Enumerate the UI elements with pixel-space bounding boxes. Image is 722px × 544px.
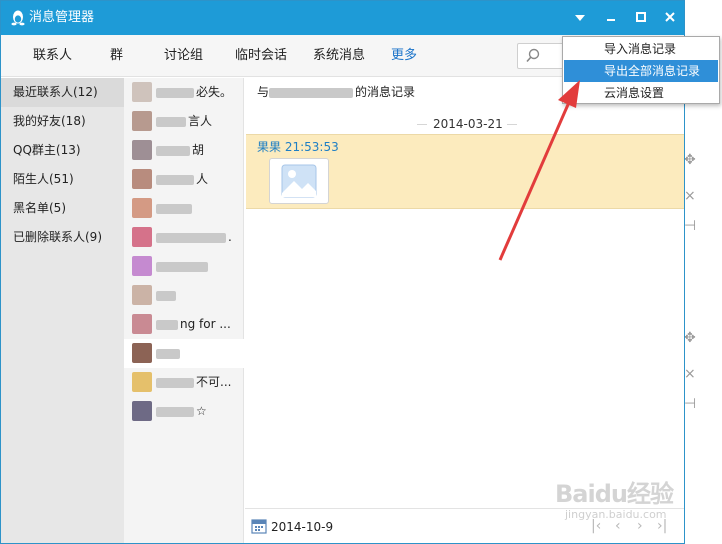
close-icon (665, 12, 675, 22)
contact-name: ng for ... (180, 317, 231, 331)
nav-groups[interactable]: 群 (110, 48, 123, 64)
triangle-down-icon (575, 15, 585, 21)
list-item[interactable] (124, 281, 244, 310)
background-fragment: ✥ (684, 152, 696, 168)
avatar (132, 169, 152, 189)
divider (417, 124, 427, 125)
message-time: 21:53:53 (284, 140, 339, 154)
header-suffix: 的消息记录 (355, 85, 416, 99)
blurred-text (156, 377, 194, 388)
avatar (132, 256, 152, 276)
message-header: 果果 21:53:53 (257, 139, 339, 155)
baidu-jingyan-watermark: Baidu经验 jingyan.baidu.com (555, 474, 685, 534)
search-icon (526, 48, 540, 63)
avatar (132, 198, 152, 218)
avatar (132, 285, 152, 305)
category-my-friends[interactable]: 我的好友(18) (1, 107, 124, 136)
message-sender: 果果 (257, 140, 282, 154)
title-bar[interactable]: 消息管理器 (1, 1, 684, 35)
date-separator: 2014-03-21 (245, 116, 684, 132)
category-strangers[interactable]: 陌生人(51) (1, 165, 124, 194)
contact-name: 胡 (192, 143, 205, 157)
avatar (132, 314, 152, 334)
contact-name: ☆ (196, 404, 207, 418)
chat-record-title: 与 的消息记录 (257, 84, 415, 100)
minimize-icon (607, 19, 615, 21)
blurred-text (156, 203, 192, 214)
blurred-text (156, 319, 178, 330)
blurred-text (156, 290, 176, 301)
list-item[interactable]: 言人 (124, 107, 244, 136)
nav-temporary-sessions[interactable]: 临时会话 (235, 48, 287, 64)
category-blacklist[interactable]: 黑名单(5) (1, 194, 124, 223)
qq-penguin-icon (11, 10, 25, 26)
contact-list: 必失。 言人 胡 人 . ng for ... 不可... ☆ (124, 78, 244, 543)
background-fragment: ⊣ (684, 396, 697, 412)
close-button[interactable] (657, 5, 683, 31)
avatar (132, 401, 152, 421)
category-qq-group-owner[interactable]: QQ群主(13) (1, 136, 124, 165)
nav-discussion-groups[interactable]: 讨论组 (164, 48, 203, 64)
contact-name: 不可... (196, 375, 232, 389)
nav-more[interactable]: 更多 (391, 48, 417, 64)
header-prefix: 与 (257, 85, 270, 99)
blurred-text (156, 116, 186, 127)
list-item[interactable] (124, 252, 244, 281)
watermark-main: Baidu经验 (555, 480, 674, 508)
category-recent-contacts[interactable]: 最近联系人(12) (1, 78, 124, 107)
list-item[interactable]: ng for ... (124, 310, 244, 339)
list-item-selected[interactable] (124, 339, 244, 368)
list-item[interactable]: 胡 (124, 136, 244, 165)
blurred-text (156, 406, 194, 417)
contact-category-list: 最近联系人(12) 我的好友(18) QQ群主(13) 陌生人(51) 黑名单(… (1, 78, 124, 543)
avatar (132, 343, 152, 363)
contact-name: 言人 (188, 114, 213, 128)
list-item[interactable]: ☆ (124, 397, 244, 426)
watermark-sub: jingyan.baidu.com (565, 508, 667, 521)
message-item[interactable]: 果果 21:53:53 (246, 134, 684, 209)
background-fragment: ✥ (684, 330, 696, 346)
image-icon (281, 164, 317, 198)
blurred-text (156, 261, 208, 272)
contact-name: 必失。 (196, 85, 233, 99)
blurred-text (156, 145, 190, 156)
menu-dropdown-button[interactable] (567, 5, 593, 31)
nav-system-messages[interactable]: 系统消息 (313, 48, 365, 64)
contact-name: . (228, 230, 232, 244)
footer-date: 2014-10-9 (271, 520, 334, 534)
minimize-button[interactable] (598, 5, 624, 31)
list-item[interactable]: 人 (124, 165, 244, 194)
menu-import-records[interactable]: 导入消息记录 (564, 38, 718, 60)
blurred-text (156, 174, 194, 185)
list-item[interactable] (124, 194, 244, 223)
image-placeholder[interactable] (269, 158, 329, 204)
contact-name: 人 (196, 172, 209, 186)
maximize-icon (636, 12, 646, 22)
window-title: 消息管理器 (29, 10, 95, 25)
blurred-text (156, 87, 194, 98)
avatar (132, 82, 152, 102)
list-item[interactable]: 不可... (124, 368, 244, 397)
list-item[interactable]: . (124, 223, 244, 252)
calendar-icon[interactable] (251, 518, 267, 534)
annotation-arrow (498, 80, 580, 261)
category-deleted-contacts[interactable]: 已删除联系人(9) (1, 223, 124, 252)
background-fragment: ⊣ (684, 218, 697, 234)
blurred-text (156, 348, 180, 359)
avatar (132, 227, 152, 247)
blurred-text (156, 232, 226, 243)
maximize-button[interactable] (628, 5, 654, 31)
background-fragment: × (684, 188, 696, 204)
avatar (132, 140, 152, 160)
list-item[interactable]: 必失。 (124, 78, 244, 107)
avatar (132, 111, 152, 131)
background-fragment: × (684, 366, 696, 382)
nav-contacts[interactable]: 联系人 (33, 48, 72, 64)
blurred-text (269, 87, 354, 98)
avatar (132, 372, 152, 392)
